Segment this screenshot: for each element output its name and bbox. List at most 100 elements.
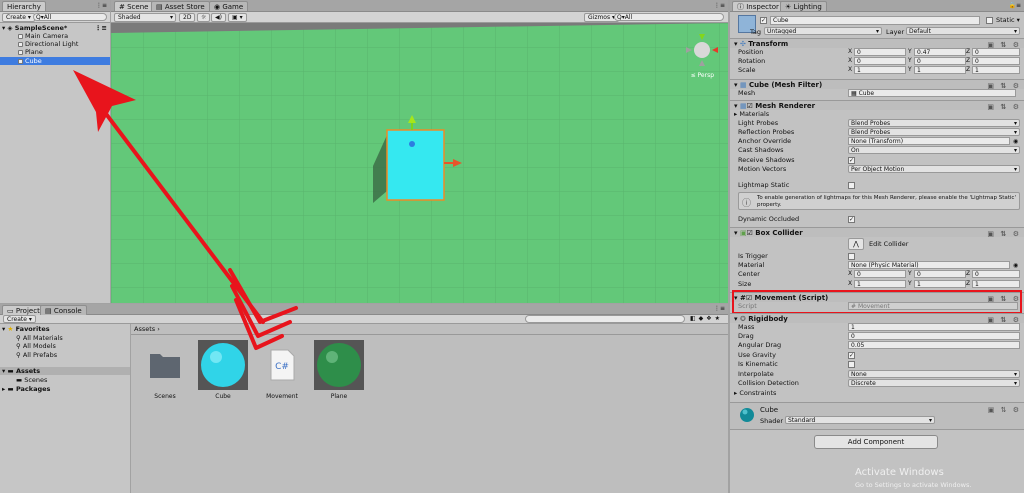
layer-dropdown[interactable]: Default (906, 27, 1020, 35)
rotation-z-field[interactable]: 0 (972, 57, 1020, 65)
tab-game[interactable]: ◉ Game (209, 1, 249, 11)
size-x-field[interactable]: 1 (854, 280, 906, 288)
hierarchy-item-plane[interactable]: Plane (0, 48, 110, 56)
add-component-button[interactable]: Add Component (814, 435, 938, 449)
shader-dropdown[interactable]: Standard (785, 416, 935, 424)
asset-movement-script[interactable]: C# Movement (257, 340, 307, 402)
tab-console[interactable]: ▤ Console (40, 305, 87, 315)
projection-label[interactable]: ≤ Persp (691, 72, 714, 79)
box-collider-header[interactable]: ▾ ▣☑ Box Collider ▣ ⇅ ⚙ (730, 227, 1024, 239)
audio-toggle[interactable]: ◀) (211, 13, 226, 22)
size-y-field[interactable]: 1 (914, 280, 966, 288)
2d-toggle[interactable]: 2D (179, 13, 196, 22)
receive-shadows-checkbox[interactable]: ✓ (848, 157, 855, 164)
favorite-item-models[interactable]: ⚲ All Models (0, 342, 130, 350)
edit-collider-button[interactable]: ⋀ (848, 238, 864, 250)
position-y-field[interactable]: 0.47 (914, 48, 966, 56)
motion-vectors-dropdown[interactable]: Per Object Motion (848, 165, 1020, 173)
constraints-row[interactable]: ▸ Constraints (730, 389, 1024, 398)
hierarchy-search-input[interactable]: Q▾All (33, 13, 107, 21)
light-probes-dropdown[interactable]: Blend Probes (848, 119, 1020, 127)
rotation-y-field[interactable]: 0 (914, 57, 966, 65)
gizmo-z-handle[interactable] (409, 141, 415, 147)
object-name-field[interactable]: Cube (770, 16, 980, 25)
interpolate-dropdown[interactable]: None (848, 370, 1020, 378)
hierarchy-create-button[interactable]: Create ▾ (2, 13, 35, 22)
transform-header[interactable]: ▾ ✣ Transform ▣ ⇅ ⚙ (730, 38, 1024, 49)
angular-drag-field[interactable]: 0.05 (848, 341, 1020, 349)
tab-scene[interactable]: # Scene (114, 1, 154, 11)
position-z-field[interactable]: 0 (972, 48, 1020, 56)
mass-field[interactable]: 1 (848, 323, 1020, 331)
lighting-toggle[interactable]: ☼ (197, 13, 211, 22)
scene-viewport[interactable]: ≤ Persp (111, 23, 728, 303)
filter-icons[interactable]: ◧◆❖★ (690, 315, 723, 322)
tab-hierarchy[interactable]: Hierarchy (2, 1, 46, 11)
favorites-row[interactable]: ▾ ★ Favorites (0, 325, 130, 333)
drag-field[interactable]: 0 (848, 332, 1020, 340)
center-x-field[interactable]: 0 (854, 270, 906, 278)
favorite-item-materials[interactable]: ⚲ All Materials (0, 334, 130, 342)
materials-row[interactable]: ▸ Materials (730, 110, 1024, 119)
scene-search-input[interactable]: Q▾All (614, 13, 724, 21)
asset-scenes[interactable]: Scenes (140, 340, 190, 402)
packages-row[interactable]: ▸ ▬ Packages (0, 385, 130, 393)
mesh-renderer-header[interactable]: ▾ ▦☑ Mesh Renderer ▣ ⇅ ⚙ (730, 100, 1024, 111)
tab-inspector[interactable]: ⓘ Inspector (732, 1, 784, 11)
center-y-field[interactable]: 0 (914, 270, 966, 278)
panel-menu-icon[interactable]: ⋮≡ (714, 2, 725, 9)
effects-dropdown[interactable]: ▣ ▾ (228, 13, 247, 22)
center-z-field[interactable]: 0 (972, 270, 1020, 278)
reflection-probes-dropdown[interactable]: Blend Probes (848, 128, 1020, 136)
tab-asset-store[interactable]: ▤ Asset Store (151, 1, 210, 11)
mesh-filter-header[interactable]: ▾ ▦ Cube (Mesh Filter) ▣ ⇅ ⚙ (730, 79, 1024, 90)
breadcrumb[interactable]: Assets › (134, 325, 160, 333)
panel-menu-icon[interactable]: ⋮≡ (714, 305, 725, 312)
asset-cube-material[interactable]: Cube (198, 340, 248, 402)
rigidbody-header[interactable]: ▾ ✪ Rigidbody ▣ ⇅ ⚙ (730, 313, 1024, 324)
material-header-icons[interactable]: ▣ ⇅ ⚙ (988, 406, 1021, 414)
tab-project[interactable]: ▭ Project (2, 305, 45, 315)
component-header-icons[interactable]: ▣ ⇅ ⚙ (987, 229, 1021, 239)
static-checkbox[interactable] (986, 17, 993, 24)
active-checkbox[interactable]: ✓ (760, 17, 767, 24)
is-trigger-checkbox[interactable] (848, 253, 855, 260)
cast-shadows-dropdown[interactable]: On (848, 146, 1020, 154)
object-picker-icon[interactable]: ◉ (1013, 137, 1018, 146)
dynamic-occluded-checkbox[interactable]: ✓ (848, 216, 855, 223)
hierarchy-item-main-camera[interactable]: Main Camera (0, 32, 110, 40)
lock-icon[interactable]: 🔒≡ (1009, 2, 1022, 9)
favorite-item-prefabs[interactable]: ⚲ All Prefabs (0, 351, 130, 359)
object-picker-icon[interactable]: ◉ (1013, 261, 1018, 270)
mesh-field[interactable]: ▦ Cube (848, 89, 1016, 97)
cube-object[interactable] (386, 129, 445, 201)
gizmo-center[interactable] (694, 42, 710, 58)
anchor-override-field[interactable]: None (Transform) (848, 137, 1010, 145)
scene-menu-icon[interactable]: ⋮≡ (95, 24, 107, 32)
hierarchy-item-directional-light[interactable]: Directional Light (0, 40, 110, 48)
enabled-checkbox[interactable]: ☑ (747, 102, 753, 110)
position-x-field[interactable]: 0 (854, 48, 906, 56)
asset-plane-material[interactable]: Plane (314, 340, 364, 402)
scale-x-field[interactable]: 1 (854, 66, 906, 74)
lightmap-static-checkbox[interactable] (848, 182, 855, 189)
scale-z-field[interactable]: 1 (972, 66, 1020, 74)
size-z-field[interactable]: 1 (972, 280, 1020, 288)
panel-menu-icon[interactable]: ⋮≡ (96, 2, 107, 9)
collider-material-field[interactable]: None (Physic Material) (848, 261, 1010, 269)
project-search-input[interactable] (525, 315, 685, 323)
shading-mode-dropdown[interactable]: Shaded ▾ (114, 13, 176, 22)
collision-detection-dropdown[interactable]: Discrete (848, 379, 1020, 387)
use-gravity-checkbox[interactable]: ✓ (848, 352, 855, 359)
project-create-button[interactable]: Create ▾ (3, 315, 36, 323)
scale-y-field[interactable]: 1 (914, 66, 966, 74)
rotation-x-field[interactable]: 0 (854, 57, 906, 65)
enabled-checkbox[interactable]: ☑ (747, 229, 753, 237)
assets-item-scenes[interactable]: ▬ Scenes (0, 376, 130, 384)
scene-row[interactable]: ▾ ◈ SampleScene* ⋮≡ (0, 24, 110, 32)
assets-row[interactable]: ▾ ▬ Assets (0, 367, 130, 375)
is-kinematic-checkbox[interactable] (848, 361, 855, 368)
tab-lighting[interactable]: ☀ Lighting (780, 1, 827, 11)
hierarchy-item-cube[interactable]: Cube (0, 57, 110, 65)
tag-dropdown[interactable]: Untagged (764, 27, 882, 35)
